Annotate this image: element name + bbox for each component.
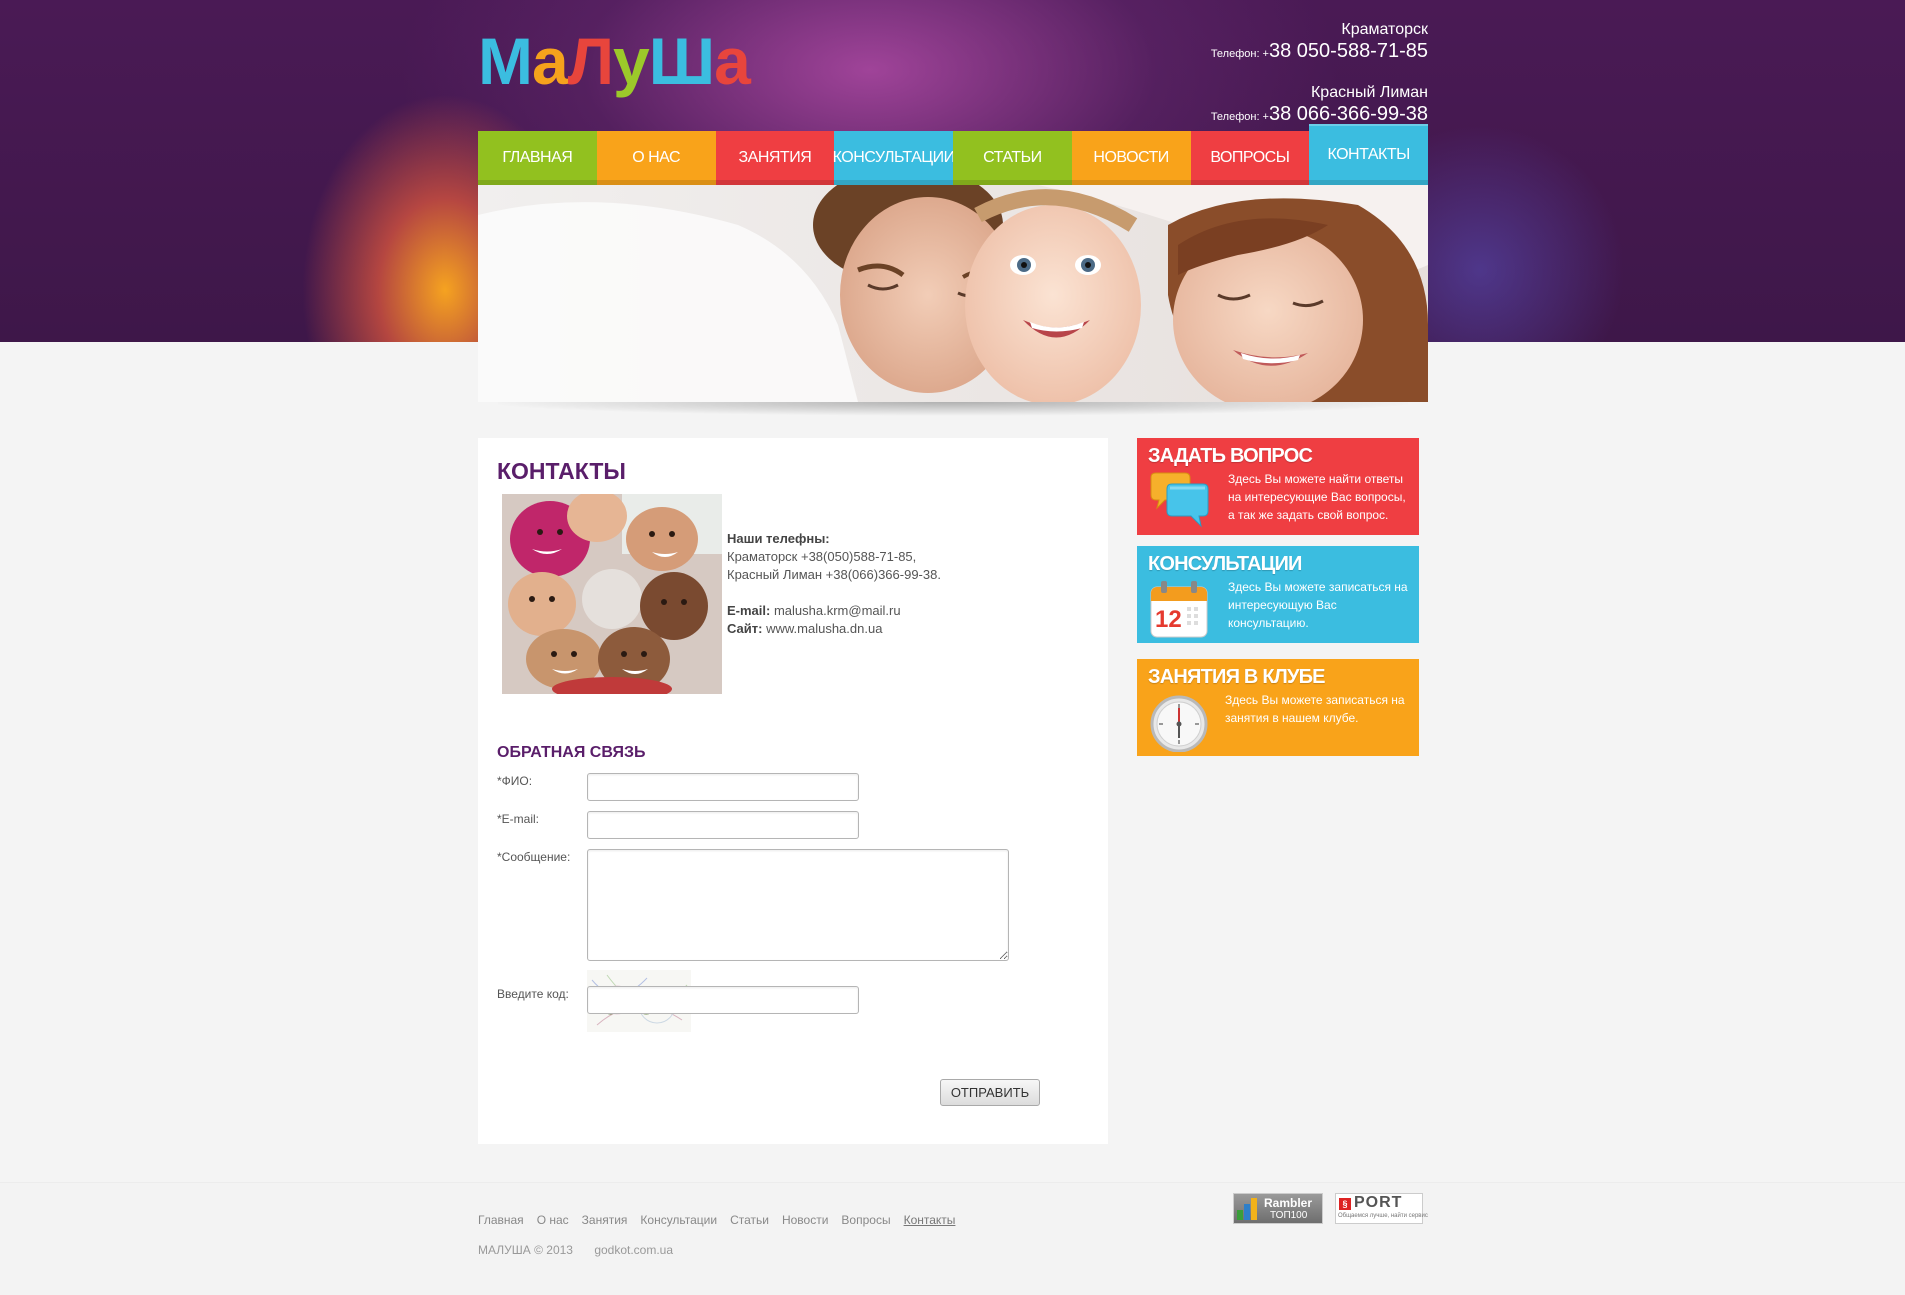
widget-club-classes[interactable]: ЗАНЯТИЯ В КЛУБЕ Здесь Вы можете записать… [1137, 659, 1419, 756]
widget-consultations[interactable]: КОНСУЛЬТАЦИИ 12 Здесь Вы можете записать… [1137, 546, 1419, 643]
port-badge-icon: § [1339, 1198, 1351, 1210]
calendar-day: 12 [1155, 606, 1182, 633]
port-counter[interactable]: § PORT Общаемся лучше, найти сервис [1335, 1193, 1428, 1224]
port-tagline: Общаемся лучше, найти сервис [1338, 1213, 1428, 1219]
logo-letter: у [613, 24, 650, 98]
banner-family-photo [478, 185, 1428, 402]
logo-letter: Ш [648, 24, 715, 98]
phone-line-lyman: Красный Лиман +38(066)366-99-38. [727, 567, 941, 582]
rambler-logo-icon [1237, 1198, 1257, 1220]
footer-link-6[interactable]: Новости [782, 1213, 828, 1227]
site-value[interactable]: www.malusha.dn.ua [766, 621, 882, 636]
site-label: Сайт: [727, 621, 763, 636]
feedback-title: ОБРАТНАЯ СВЯЗЬ [497, 744, 646, 761]
code-label: Введите код: [497, 987, 569, 1001]
message-textarea[interactable] [587, 849, 1009, 961]
email-label: E-mail: [727, 603, 771, 618]
nav-item-5[interactable]: СТАТЬИ [953, 131, 1072, 185]
captcha-code-input[interactable] [587, 986, 859, 1014]
footer-link-3[interactable]: Занятия [582, 1213, 628, 1227]
name-label: *ФИО: [497, 774, 533, 788]
logo-letter: Л [567, 24, 614, 98]
kids-photo-illustration [502, 494, 722, 694]
calendar-icon: 12 [1147, 579, 1211, 639]
widget-title: КОНСУЛЬТАЦИИ [1148, 553, 1302, 575]
email-field-label: *E-mail: [497, 812, 540, 826]
nav-item-6[interactable]: НОВОСТИ [1071, 131, 1191, 185]
email-value[interactable]: malusha.krm@mail.ru [774, 603, 901, 618]
nav-item-8[interactable]: КОНТАКТЫ [1309, 124, 1428, 185]
page-title: КОНТАКТЫ [497, 458, 626, 484]
footer-link-8[interactable]: Контакты [904, 1213, 956, 1227]
widget-text: Здесь Вы можете записаться на интересующ… [1228, 580, 1408, 630]
copyright-text: МАЛУША © 2013 [478, 1243, 573, 1257]
main-content: КОНТАКТЫ Наши телефны: Краматорск +38(05 [478, 438, 1108, 1144]
logo-letter: М [478, 24, 533, 98]
rambler-top100-counter[interactable]: Rambler ТОП100 [1233, 1193, 1323, 1224]
widget-ask-question[interactable]: ЗАДАТЬ ВОПРОС Здесь Вы можете найти отве… [1137, 438, 1419, 535]
main-nav: ГЛАВНАЯ О НАС ЗАНЯТИЯ КОНСУЛЬТАЦИИ СТАТЬИ НОВ… [478, 124, 1428, 185]
footer-copyright: МАЛУША © 2013 godkot.com.ua [478, 1243, 673, 1257]
nav-item-7[interactable]: ВОПРОСЫ [1190, 131, 1310, 185]
footer-nav: Главная О нас Занятия Консультации Статьи Нов… [478, 1213, 955, 1227]
header-phone-1: Телефон: +38 050-588-71-85 [1211, 40, 1428, 65]
phone-number: 38 050-588-71-85 [1268, 40, 1428, 62]
nav-item-4[interactable]: КОНСУЛЬТАЦИИ [833, 131, 955, 185]
widget-title: ЗАДАТЬ ВОПРОС [1148, 445, 1313, 467]
widget-text: Здесь Вы можете записаться на занятия в … [1225, 693, 1405, 725]
submit-button[interactable]: ОТПРАВИТЬ [940, 1079, 1040, 1106]
phone-label: Телефон: + [1210, 111, 1269, 123]
nav-item-1[interactable]: ГЛАВНАЯ [478, 131, 597, 185]
chat-bubbles-icon [1147, 471, 1211, 531]
email-input[interactable] [587, 811, 859, 839]
header-city-1: Краматорск [1341, 21, 1428, 38]
rambler-top100-label: ТОП100 [1270, 1210, 1308, 1221]
header-city-2: Красный Лиман [1310, 84, 1428, 101]
name-input[interactable] [587, 773, 859, 801]
footer-link-2[interactable]: О нас [537, 1213, 569, 1227]
footer: Главная О нас Занятия Консультации Статьи Нов… [0, 1182, 1905, 1295]
clock-icon [1147, 692, 1211, 753]
phone-line-kramatorsk: Краматорск +38(050)588-71-85, [727, 549, 917, 564]
credit-link[interactable]: godkot.com.ua [594, 1243, 673, 1257]
footer-link-4[interactable]: Консультации [640, 1213, 717, 1227]
rambler-label: Rambler [1264, 1196, 1313, 1210]
family-photo-illustration [478, 185, 1428, 402]
contact-info: Наши телефны: Краматорск +38(050)588-71-… [727, 530, 941, 638]
message-label: *Сообщение: [497, 850, 571, 864]
footer-link-1[interactable]: Главная [478, 1213, 524, 1227]
footer-link-7[interactable]: Вопросы [841, 1213, 890, 1227]
logo-letter: а [531, 24, 569, 98]
kids-circle-photo [502, 494, 722, 694]
widget-title: ЗАНЯТИЯ В КЛУБЕ [1148, 666, 1326, 688]
logo-letter: а [714, 24, 751, 98]
port-logo: PORT [1354, 1194, 1403, 1211]
phone-number: 38 066-366-99-38 [1268, 103, 1428, 125]
widget-text: Здесь Вы можете найти ответы на интересу… [1228, 472, 1406, 522]
nav-item-3[interactable]: ЗАНЯТИЯ [715, 131, 835, 185]
phone-label: Телефон: + [1210, 48, 1269, 60]
site-logo[interactable]: МаЛуШа [478, 24, 751, 98]
footer-link-5[interactable]: Статьи [730, 1213, 769, 1227]
banner-shadow [498, 402, 1408, 420]
nav-item-2[interactable]: О НАС [596, 131, 716, 185]
phones-label: Наши телефны: [727, 531, 830, 546]
